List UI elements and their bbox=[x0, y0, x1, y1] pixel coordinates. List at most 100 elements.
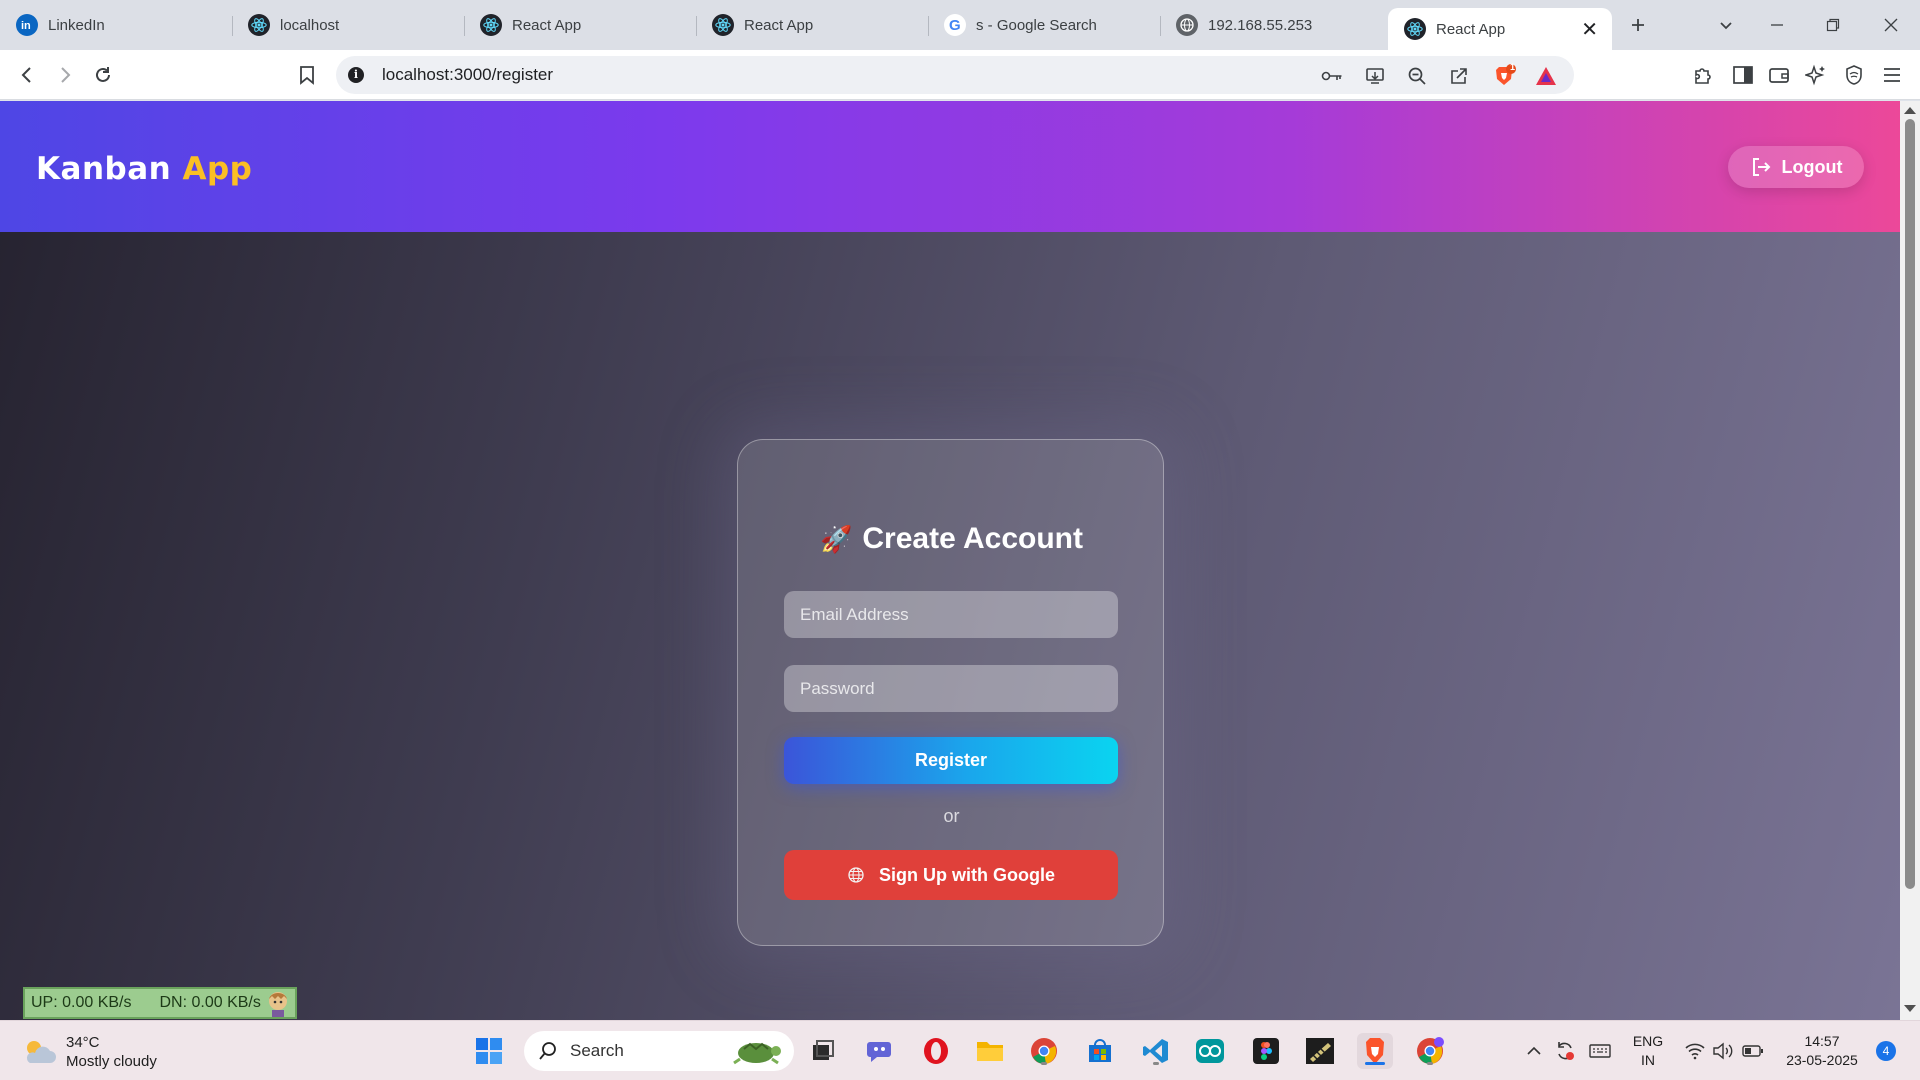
app-header: Kanban App Logout bbox=[0, 101, 1900, 232]
svg-text:G: G bbox=[949, 17, 961, 34]
register-button[interactable]: Register bbox=[784, 737, 1118, 784]
tab-ip-address[interactable]: 192.168.55.253 bbox=[1160, 8, 1392, 42]
close-tab-icon[interactable]: ✕ bbox=[1581, 17, 1598, 42]
url-text[interactable]: localhost:3000/register bbox=[382, 65, 553, 85]
network-meter-widget[interactable]: UP: 0.00 KB/s DN: 0.00 KB/s bbox=[23, 987, 297, 1019]
tab-localhost[interactable]: localhost bbox=[232, 8, 464, 42]
taskbar-search-box[interactable]: Search bbox=[524, 1031, 794, 1071]
tab-linkedin[interactable]: in LinkedIn bbox=[0, 8, 232, 42]
brave-browser-icon[interactable] bbox=[1357, 1033, 1393, 1069]
zoom-out-icon[interactable] bbox=[1405, 64, 1429, 88]
scrollbar-thumb[interactable] bbox=[1905, 119, 1915, 889]
tab-google-search[interactable]: G s - Google Search bbox=[928, 8, 1160, 42]
active-indicator bbox=[1365, 1062, 1385, 1065]
sync-alert-icon[interactable] bbox=[1552, 1021, 1578, 1080]
task-view-icon[interactable] bbox=[805, 1033, 841, 1069]
rocket-icon: 🚀 bbox=[820, 524, 853, 554]
partly-cloudy-icon bbox=[26, 1041, 56, 1063]
windows-taskbar: 34°C Mostly cloudy Search ENG IN 14:57 2… bbox=[0, 1020, 1920, 1080]
teams-chat-icon[interactable] bbox=[862, 1033, 898, 1069]
weather-desc: Mostly cloudy bbox=[66, 1053, 157, 1070]
form-title: 🚀 Create Account bbox=[738, 522, 1165, 556]
wallet-icon[interactable] bbox=[1767, 63, 1791, 87]
weather-widget[interactable]: 34°C Mostly cloudy bbox=[22, 1033, 157, 1071]
weather-temp: 34°C bbox=[66, 1034, 100, 1051]
brand-main: Kanban bbox=[36, 151, 172, 187]
google-signup-label: Sign Up with Google bbox=[879, 864, 1055, 885]
scroll-up-arrow-icon[interactable] bbox=[1904, 107, 1916, 114]
volume-icon[interactable] bbox=[1710, 1021, 1736, 1080]
address-bar[interactable]: i localhost:3000/register 1 bbox=[336, 56, 1574, 94]
clock[interactable]: 14:57 23-05-2025 bbox=[1774, 1021, 1870, 1080]
keyboard-icon[interactable] bbox=[1586, 1021, 1614, 1080]
tab-title: React App bbox=[744, 16, 814, 34]
bookmark-icon[interactable] bbox=[292, 60, 322, 90]
search-icon bbox=[539, 1042, 556, 1060]
google-signup-button[interactable]: Sign Up with Google bbox=[784, 850, 1118, 900]
tab-title: LinkedIn bbox=[48, 16, 105, 34]
google-icon: G bbox=[944, 14, 966, 36]
brave-rewards-icon[interactable] bbox=[1534, 64, 1558, 88]
logout-label: Logout bbox=[1781, 156, 1843, 177]
wifi-icon[interactable] bbox=[1682, 1021, 1708, 1080]
back-button[interactable] bbox=[12, 60, 42, 90]
globe-icon bbox=[848, 867, 864, 883]
menu-icon[interactable] bbox=[1880, 63, 1904, 87]
running-indicator bbox=[1041, 1062, 1047, 1065]
close-window-button[interactable] bbox=[1876, 10, 1906, 40]
figma-icon[interactable] bbox=[1248, 1033, 1284, 1069]
tab-title: React App bbox=[512, 16, 582, 34]
react-icon bbox=[248, 14, 270, 36]
chrome-profile-icon[interactable] bbox=[1412, 1033, 1448, 1069]
arduino-icon[interactable] bbox=[1192, 1033, 1228, 1069]
restore-button[interactable] bbox=[1818, 10, 1848, 40]
leo-ai-icon[interactable] bbox=[1804, 63, 1828, 87]
language-indicator[interactable]: ENG IN bbox=[1624, 1021, 1672, 1080]
share-icon[interactable] bbox=[1447, 64, 1471, 88]
clock-time: 14:57 bbox=[1804, 1033, 1840, 1049]
brave-shields-icon[interactable]: 1 bbox=[1492, 62, 1516, 88]
vscode-icon[interactable] bbox=[1138, 1033, 1174, 1069]
download-speed: DN: 0.00 KB/s bbox=[159, 994, 261, 1011]
notification-center-button[interactable]: 4 bbox=[1874, 1021, 1898, 1080]
show-hidden-icons-chevron-icon[interactable] bbox=[1522, 1021, 1546, 1080]
tab-title: localhost bbox=[280, 16, 340, 34]
chrome-icon[interactable] bbox=[1026, 1033, 1062, 1069]
battery-icon[interactable] bbox=[1740, 1021, 1766, 1080]
microsoft-store-icon[interactable] bbox=[1082, 1033, 1118, 1069]
windows-logo-icon bbox=[476, 1038, 502, 1064]
tab-react-app-active[interactable]: React App ✕ bbox=[1388, 8, 1612, 50]
email-field[interactable] bbox=[784, 591, 1118, 638]
site-info-icon[interactable]: i bbox=[348, 67, 364, 83]
lang-bottom: IN bbox=[1641, 1052, 1655, 1068]
react-icon bbox=[1404, 18, 1426, 40]
app-brand[interactable]: Kanban App bbox=[36, 151, 252, 187]
extensions-icon[interactable] bbox=[1691, 63, 1715, 87]
password-key-icon[interactable] bbox=[1320, 64, 1344, 88]
browser-toolbar: i localhost:3000/register 1 bbox=[0, 50, 1920, 100]
reload-button[interactable] bbox=[88, 60, 118, 90]
file-explorer-icon[interactable] bbox=[972, 1033, 1008, 1069]
running-indicator bbox=[1153, 1062, 1159, 1065]
minimize-button[interactable] bbox=[1762, 10, 1792, 40]
opera-icon[interactable] bbox=[918, 1033, 954, 1069]
notification-badge: 4 bbox=[1876, 1041, 1896, 1061]
logout-button[interactable]: Logout bbox=[1728, 146, 1864, 188]
page-scrollbar[interactable] bbox=[1900, 101, 1920, 1020]
tab-search-chevron-icon[interactable] bbox=[1711, 10, 1741, 40]
new-tab-button[interactable] bbox=[1623, 10, 1653, 40]
search-label: Search bbox=[570, 1041, 624, 1060]
start-button[interactable] bbox=[471, 1033, 507, 1069]
install-app-icon[interactable] bbox=[1363, 64, 1387, 88]
tab-react-app-1[interactable]: React App bbox=[464, 8, 696, 42]
sidebar-icon[interactable] bbox=[1731, 63, 1755, 87]
password-field[interactable] bbox=[784, 665, 1118, 712]
usb-tool-icon[interactable] bbox=[1302, 1033, 1338, 1069]
tab-title: 192.168.55.253 bbox=[1208, 16, 1313, 34]
scroll-down-arrow-icon[interactable] bbox=[1904, 1005, 1916, 1012]
vpn-shield-icon[interactable] bbox=[1842, 63, 1866, 87]
logout-icon bbox=[1752, 158, 1770, 176]
forward-button[interactable] bbox=[50, 60, 80, 90]
tab-react-app-2[interactable]: React App bbox=[696, 8, 928, 42]
linkedin-icon: in bbox=[16, 14, 38, 36]
